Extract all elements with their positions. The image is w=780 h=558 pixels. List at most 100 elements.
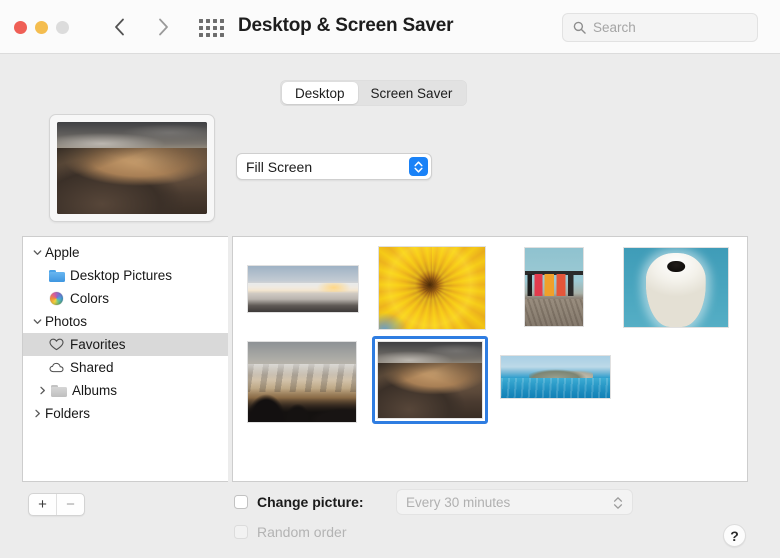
grid-dot [212,19,217,23]
window-controls [14,21,69,34]
sidebar-item-favorites[interactable]: Favorites [23,333,228,356]
chevron-down-icon [33,250,42,255]
grid-dot [198,33,203,37]
ground-texture [525,299,583,326]
chevron-right-icon [40,386,45,395]
add-folder-button[interactable]: + [29,494,56,515]
desktop-preview [49,114,215,222]
change-picture-checkbox[interactable] [234,495,248,509]
grid-dot [205,33,210,37]
sidebar-label: Photos [45,314,88,329]
system-preferences-window: Desktop & Screen Saver Search Desktop Sc… [0,0,780,558]
wallpaper-grid[interactable] [232,236,748,482]
chevron-left-icon [114,18,124,36]
popup-chevrons-icon [612,494,624,512]
title-bar: Desktop & Screen Saver Search [0,0,780,54]
back-button[interactable] [104,12,134,42]
grid-dot [205,19,210,23]
minimize-button[interactable] [35,21,48,34]
wallpaper-thumbnail[interactable] [524,247,584,327]
grid-dot [198,26,203,30]
search-icon [573,21,586,34]
dusk-rock-silhouette-art [248,342,356,422]
sidebar-item-desktop-pictures[interactable]: Desktop Pictures [23,264,228,287]
laundry-on-line-art [525,248,583,326]
remove-folder-button[interactable]: − [56,494,84,515]
grid-dot [219,33,224,37]
wallpaper-thumbnail[interactable] [623,247,729,328]
disclosure-open-icon[interactable] [30,317,45,326]
fill-mode-popup[interactable]: Fill Screen [236,153,432,180]
change-interval-value: Every 30 minutes [406,494,511,510]
disclosure-closed-icon[interactable] [30,409,45,418]
sidebar-item-colors[interactable]: Colors [23,287,228,310]
wallpaper-thumbnail-selected[interactable] [372,336,488,424]
wallpaper-thumbnail[interactable] [247,341,357,423]
source-tree: Apple Desktop Pictures Colors Photos Fav… [23,237,228,425]
change-interval-popup[interactable]: Every 30 minutes [396,489,633,515]
sunflower-closeup-art [379,247,485,329]
add-remove-folder-control: + − [28,493,85,516]
coastal-blue-sea-art [501,356,610,398]
sidebar-item-albums[interactable]: Albums [23,379,228,402]
chevron-right-icon [35,409,40,418]
change-picture-label: Change picture: [257,494,364,510]
sidebar-label: Shared [70,360,114,375]
lake-sunset-panorama-art [248,266,358,312]
wallpaper-thumbnail[interactable] [500,355,611,399]
chevron-right-icon [158,18,168,36]
disclosure-open-icon[interactable] [30,248,45,257]
grid-dot [212,26,217,30]
grid-dot [219,26,224,30]
random-order-checkbox[interactable] [234,525,248,539]
preview-image-art [57,122,207,214]
thumbnail-image [247,341,357,423]
sidebar-label: Albums [72,383,118,398]
color-sphere-icon [48,291,65,306]
forward-button[interactable] [148,12,178,42]
random-order-label: Random order [257,524,347,540]
thumbnail-image [500,355,611,399]
grid-dot [198,19,203,23]
chevron-updown-icon [414,160,423,173]
show-all-grid-icon[interactable] [198,18,224,38]
chevron-updown-icon [613,497,623,509]
window-title: Desktop & Screen Saver [238,15,454,36]
help-button[interactable]: ? [723,524,746,547]
sidebar-item-apple[interactable]: Apple [23,241,228,264]
sidebar-label: Desktop Pictures [70,268,173,283]
sidebar-label: Apple [45,245,80,260]
disclosure-closed-icon[interactable] [35,386,50,395]
tab-desktop[interactable]: Desktop [282,82,358,104]
chevron-down-icon [33,319,42,324]
search-field[interactable]: Search [562,13,758,42]
wallpaper-thumbnail[interactable] [378,246,486,330]
heart-outline-icon [49,338,64,351]
sidebar-item-photos[interactable]: Photos [23,310,228,333]
heart-icon [48,337,65,352]
thumbnail-image [247,265,359,313]
preview-image [57,122,207,214]
sidebar-label: Folders [45,406,91,421]
thumbnail-image [623,247,729,328]
zoom-button[interactable] [56,21,69,34]
thumbnail-image [378,246,486,330]
close-button[interactable] [14,21,27,34]
tab-bar: Desktop Screen Saver [280,80,468,106]
folder-blue-icon [48,268,65,283]
sidebar-item-folders[interactable]: Folders [23,402,228,425]
cloud-icon [48,360,65,375]
search-placeholder: Search [593,20,636,35]
folder-gray-icon [50,383,67,398]
tab-screen-saver[interactable]: Screen Saver [358,82,466,104]
grid-dot [205,26,210,30]
source-list-sidebar[interactable]: Apple Desktop Pictures Colors Photos Fav… [22,236,228,482]
popup-chevrons-icon [409,157,428,176]
cloud-outline-icon [48,362,64,373]
white-dog-teal-art [624,248,728,327]
sidebar-item-shared[interactable]: Shared [23,356,228,379]
thumbnail-image [377,341,483,419]
grid-dot [212,33,217,37]
wallpaper-thumbnail[interactable] [247,265,359,313]
change-picture-row: Change picture: [234,494,364,510]
